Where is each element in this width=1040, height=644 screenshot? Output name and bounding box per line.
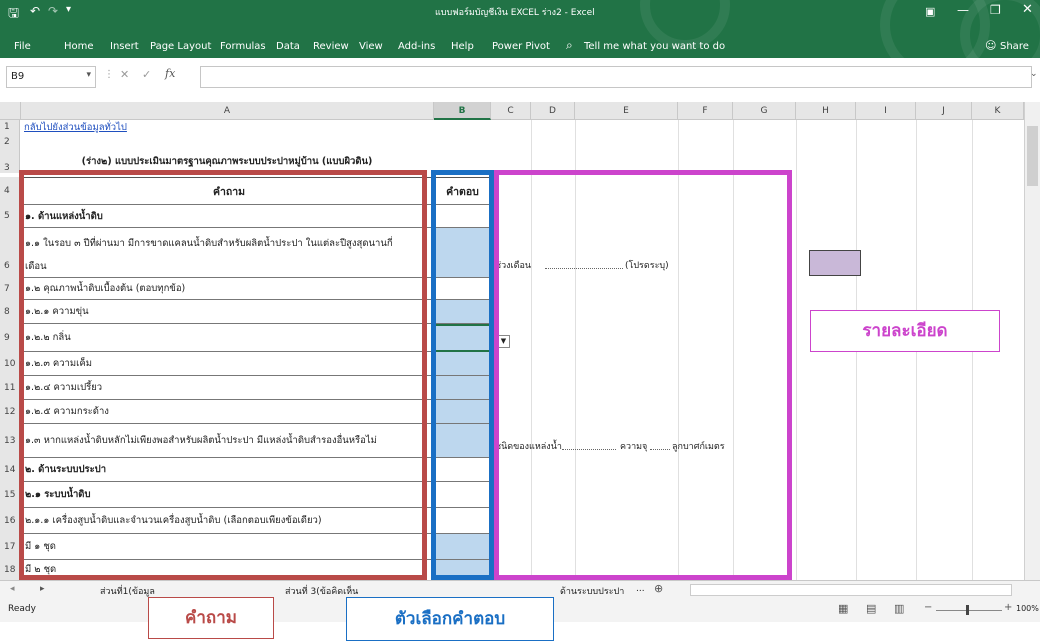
zoom-level[interactable]: 100% xyxy=(1016,604,1039,613)
tab-data[interactable]: Data xyxy=(276,41,300,52)
tell-me-box[interactable]: Tell me what you want to do xyxy=(584,41,725,52)
share-icon: ☺ xyxy=(985,39,997,52)
detail-annotation-label: รายละเอียด xyxy=(810,310,1000,352)
gridline xyxy=(796,120,797,580)
zoom-in-icon[interactable]: + xyxy=(1004,602,1012,613)
ribbon-display-icon[interactable]: ▣ xyxy=(925,5,935,18)
column-header-e[interactable]: E xyxy=(575,102,678,120)
normal-view-icon[interactable]: ▦ xyxy=(838,602,848,615)
detail-highlight-box xyxy=(494,170,792,580)
question-annotation-label: คำถาม xyxy=(148,597,274,639)
row-header[interactable]: 15 xyxy=(0,482,20,508)
column-header-a[interactable]: A xyxy=(21,102,434,120)
column-header-c[interactable]: C xyxy=(491,102,531,120)
column-header-k[interactable]: K xyxy=(972,102,1024,120)
status-ready: Ready xyxy=(8,604,36,614)
expand-formula-bar-icon[interactable]: ⌄ xyxy=(1030,69,1038,79)
undo-icon[interactable]: ↶ xyxy=(30,4,40,18)
customize-toolbar-icon[interactable]: ▾ xyxy=(66,4,71,15)
redo-icon[interactable]: ↷ xyxy=(48,4,58,18)
scroll-right-icon[interactable]: ▸ xyxy=(40,584,45,594)
zoom-out-icon[interactable]: − xyxy=(924,602,932,613)
more-sheets-button[interactable]: ... xyxy=(636,584,645,594)
row-header[interactable]: 1 xyxy=(0,120,20,135)
row-header[interactable]: 5 xyxy=(0,205,20,228)
tab-home[interactable]: Home xyxy=(64,41,94,52)
back-to-general-link[interactable]: กลับไปยังส่วนข้อมูลทั่วไป xyxy=(24,120,127,135)
column-header-h[interactable]: H xyxy=(796,102,856,120)
cancel-icon[interactable]: ✕ xyxy=(120,68,129,81)
horizontal-scrollbar[interactable] xyxy=(690,584,1012,596)
sheet-tab[interactable]: ด้านระบบประปา xyxy=(560,584,624,598)
window-title: แบบฟอร์มบัญชีเงิน EXCEL ร่าง2 - Excel xyxy=(435,8,595,18)
name-box[interactable]: B9 ▾ xyxy=(6,66,96,88)
tab-page-layout[interactable]: Page Layout xyxy=(150,41,211,52)
tab-review[interactable]: Review xyxy=(313,41,349,52)
minimize-icon[interactable]: — xyxy=(957,3,969,17)
scrollbar-thumb[interactable] xyxy=(1027,126,1038,186)
lightbulb-search-icon: ⌕ xyxy=(566,38,573,52)
column-header-f[interactable]: F xyxy=(678,102,733,120)
scroll-left-icon[interactable]: ◂ xyxy=(10,584,15,594)
column-header-j[interactable]: J xyxy=(916,102,972,120)
new-sheet-icon[interactable]: ⊕ xyxy=(654,582,663,595)
maximize-icon[interactable]: ❐ xyxy=(990,3,1001,17)
tab-file[interactable]: File xyxy=(14,41,31,52)
sheet-tab[interactable]: ส่วนที่1(ข้อมูล xyxy=(100,584,155,598)
row-header[interactable]: 7 xyxy=(0,278,20,300)
name-box-value: B9 xyxy=(11,71,25,82)
share-button[interactable]: Share xyxy=(1000,41,1029,52)
row-header[interactable]: 4 xyxy=(0,177,20,205)
row-header[interactable]: 13 xyxy=(0,424,20,458)
column-header-b[interactable]: B xyxy=(434,102,491,120)
insert-function-icon[interactable]: fx xyxy=(165,67,175,80)
tab-view[interactable]: View xyxy=(359,41,383,52)
row-header[interactable]: 3 xyxy=(0,150,20,173)
question-highlight-box xyxy=(19,170,427,580)
row-header[interactable]: 17 xyxy=(0,534,20,560)
answer-annotation-label: ตัวเลือกคำตอบ xyxy=(346,597,554,641)
tab-formulas[interactable]: Formulas xyxy=(220,41,266,52)
column-header-d[interactable]: D xyxy=(531,102,575,120)
vertical-scrollbar[interactable] xyxy=(1024,102,1040,580)
page-break-view-icon[interactable]: ▥ xyxy=(894,602,904,615)
row-header[interactable]: 11 xyxy=(0,376,20,400)
enter-icon[interactable]: ✓ xyxy=(142,68,151,81)
row-header[interactable]: 10 xyxy=(0,352,20,376)
formula-bar: B9 ▾ ⋮ ✕ ✓ fx ⌄ xyxy=(0,58,1040,103)
select-all-corner[interactable] xyxy=(0,102,21,120)
row-header[interactable]: 6 xyxy=(0,228,20,278)
save-icon[interactable]: 🖫 xyxy=(8,4,19,26)
row-header[interactable]: 8 xyxy=(0,300,20,324)
tab-add-ins[interactable]: Add-ins xyxy=(398,41,435,52)
row-header[interactable]: 16 xyxy=(0,508,20,534)
page-layout-view-icon[interactable]: ▤ xyxy=(866,602,876,615)
row-header[interactable]: 2 xyxy=(0,135,20,150)
chevron-down-icon[interactable]: ▾ xyxy=(86,70,91,80)
formula-input[interactable] xyxy=(200,66,1032,88)
row-header[interactable]: 14 xyxy=(0,458,20,482)
tab-help[interactable]: Help xyxy=(451,41,474,52)
close-icon[interactable]: ✕ xyxy=(1022,2,1033,17)
tab-insert[interactable]: Insert xyxy=(110,41,139,52)
column-header-i[interactable]: I xyxy=(856,102,916,120)
row-header[interactable]: 18 xyxy=(0,560,20,580)
row-header[interactable]: 12 xyxy=(0,400,20,424)
answer-highlight-box xyxy=(431,170,494,580)
column-header-g[interactable]: G xyxy=(733,102,796,120)
purple-note-cell[interactable] xyxy=(809,250,861,276)
form-title: (ร่าง๒) แบบประเมินมาตรฐานคุณภาพระบบประปา… xyxy=(81,156,373,167)
tab-power-pivot[interactable]: Power Pivot xyxy=(492,41,550,52)
zoom-slider[interactable] xyxy=(936,610,1002,611)
title-bar: 🖫 ↶ ↷ ▾ แบบฟอร์มบัญชีเงิน EXCEL ร่าง2 - … xyxy=(0,0,1040,58)
sheet-tab[interactable]: ส่วนที่ 3(ข้อคิดเห็น xyxy=(285,584,358,598)
zoom-slider-thumb[interactable] xyxy=(966,605,969,615)
more-options-icon: ⋮ xyxy=(104,69,114,80)
row-header[interactable]: 9 xyxy=(0,324,20,352)
